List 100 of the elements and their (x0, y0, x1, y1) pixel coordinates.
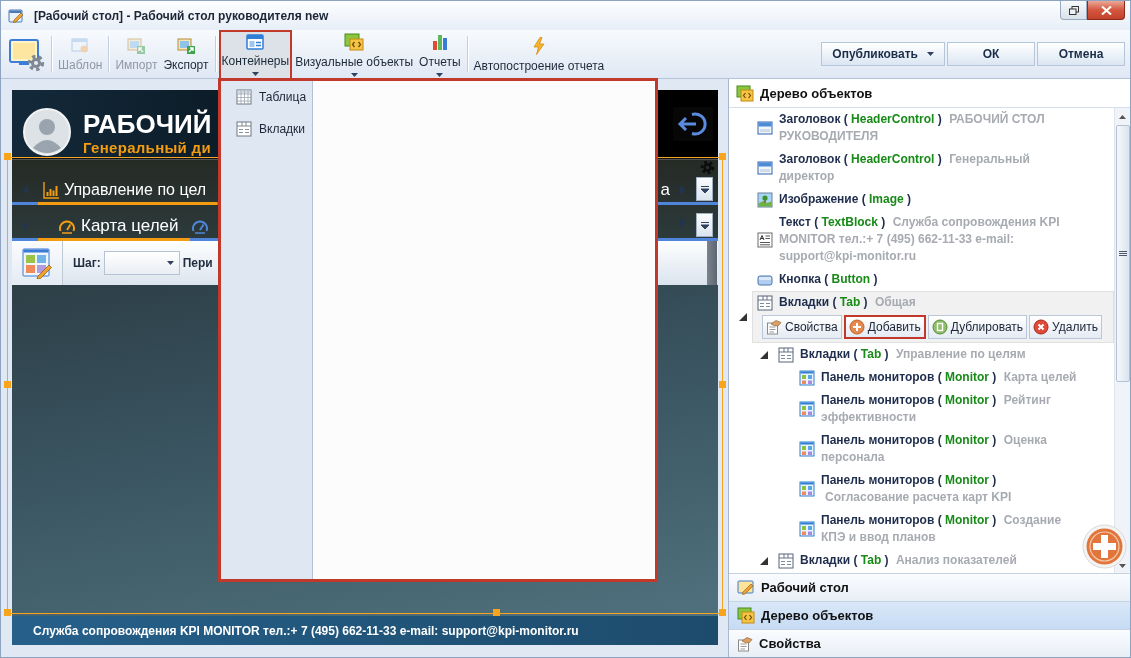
tree-action-button[interactable]: Свойства (762, 315, 842, 339)
layout-icon (246, 34, 265, 50)
logout-button[interactable] (673, 106, 713, 141)
caret-icon (700, 185, 709, 193)
window-title: [Рабочий стол] - Рабочий стол руководителя new (34, 8, 329, 23)
tree-item[interactable]: Вкладки ( Tab ) Управление по целям (800, 346, 1079, 363)
dialog-button[interactable]: Опубликовать (821, 42, 945, 66)
window-icon (757, 120, 773, 136)
plus-icon (1082, 524, 1127, 569)
panel-title: Дерево объектов (760, 85, 873, 101)
scroll-right-icon (680, 218, 686, 228)
picture-icon (757, 191, 773, 208)
tree-item[interactable]: Текст ( TextBlock ) Служба сопровождения KPI MONITOR тел.:+ 7 (495) 662-11-33 e-mail: support@kpi-monitor.ru (779, 214, 1079, 265)
restore-icon (1068, 5, 1079, 15)
resize-handle[interactable] (719, 153, 726, 160)
tree-item[interactable]: Панель мониторов ( Monitor ) Карта целей (821, 369, 1079, 386)
scroll-left-icon (22, 184, 28, 195)
restore-button[interactable] (1060, 1, 1087, 20)
tabs-icon (778, 346, 794, 363)
toolbar-button[interactable]: Визуальные объекты (292, 30, 417, 78)
toolbar-button[interactable]: Автопостроение отчета (470, 30, 608, 78)
panel-tab[interactable]: Дерево объектов (729, 601, 1130, 629)
toolbar-button[interactable]: Контейнеры (218, 30, 293, 78)
grid-panel-icon (799, 441, 815, 457)
panel-tab[interactable]: Рабочий стол (729, 573, 1130, 601)
dashboard-edit-icon (22, 247, 52, 279)
tree-item[interactable]: Заголовок ( HeaderControl ) Генеральный директор (779, 151, 1079, 185)
code-box-icon (344, 33, 365, 51)
tree-item[interactable]: Панель мониторов ( Monitor ) Оценка персонала (821, 432, 1079, 466)
scroll-right-icon (680, 185, 686, 195)
window-icon (757, 160, 773, 176)
resize-handle[interactable] (4, 381, 11, 388)
scroll-up-icon (1119, 114, 1126, 119)
dashboard-title: РАБОЧИЙ (83, 109, 212, 139)
desktop-edit-icon (737, 579, 755, 596)
resize-handle[interactable] (719, 609, 726, 616)
caret-icon (166, 261, 174, 265)
dialog-button[interactable]: Отмена (1037, 42, 1125, 66)
selected-tree-item[interactable]: Вкладки ( Tab ) Общая Свойства Добавить Дублировать Удалить (752, 291, 1114, 343)
grid-panel-icon (799, 481, 815, 497)
panel-edit-button[interactable] (12, 241, 63, 285)
tab-list-button[interactable] (696, 213, 713, 237)
resize-handle[interactable] (4, 153, 11, 160)
tree-item[interactable]: Панель мониторов ( Monitor ) Рейтинг эффективности (821, 392, 1079, 426)
resize-handle[interactable] (493, 609, 500, 616)
bar-chart-icon (431, 33, 448, 51)
add-button[interactable] (1082, 524, 1127, 569)
tree-item[interactable]: Вкладки ( Tab ) Анализ показателей (800, 552, 1079, 569)
dialog-button[interactable]: ОК (947, 42, 1035, 66)
properties-icon (737, 635, 753, 652)
menu-item[interactable]: Таблица (233, 86, 310, 108)
close-icon (1100, 5, 1112, 15)
scrollbar[interactable] (1114, 108, 1130, 573)
tree-item[interactable]: Вкладки ( Tab ) Общая (779, 294, 1078, 311)
tab-label[interactable]: а (660, 177, 670, 202)
gauge-icon (58, 217, 76, 234)
toolbar-button[interactable]: Экспорт (160, 30, 212, 78)
tree-item[interactable]: Кнопка ( Button ) (779, 271, 1079, 288)
grid-panel-icon (799, 369, 815, 386)
tree-action-button[interactable]: Добавить (843, 315, 926, 339)
tree-item[interactable]: Панель мониторов ( Monitor ) Создание КПЭ и ввод планов (821, 512, 1079, 546)
step-label: Шаг: (73, 256, 101, 270)
tabs-icon (236, 121, 252, 137)
scroll-left-icon (22, 220, 28, 231)
grid-panel-icon (799, 521, 815, 537)
delete-icon (1033, 319, 1050, 335)
code-box-icon (737, 607, 755, 624)
settings-icon (700, 160, 715, 175)
monitor-gear-icon (9, 38, 45, 72)
edit-window-icon (8, 7, 24, 24)
scrollbar-thumb[interactable] (1115, 125, 1130, 382)
grid-panel-icon (799, 401, 815, 417)
dashboard-subtitle: Генеральный ди (83, 139, 212, 156)
add-icon (848, 319, 865, 335)
tree-item[interactable]: Заголовок ( HeaderControl ) РАБОЧИЙ СТОЛ РУКОВОДИТЕЛЯ (779, 111, 1079, 145)
tab[interactable]: Управление по цел (38, 177, 218, 205)
scroll-down-icon (1119, 564, 1126, 568)
tab-list-button[interactable] (696, 177, 713, 201)
step-select[interactable] (103, 251, 180, 275)
resize-handle[interactable] (719, 381, 726, 388)
text-document-icon (757, 231, 773, 248)
gauge-icon (190, 217, 209, 234)
tabs-icon (757, 294, 773, 311)
toolbar-button[interactable]: Отчеты (416, 30, 464, 78)
grip-icon (1118, 251, 1127, 256)
table-icon (236, 89, 252, 105)
bar-chart-icon (43, 180, 59, 199)
period-label: Пери (182, 256, 213, 270)
avatar (23, 108, 71, 156)
tree-item[interactable]: Панель мониторов ( Monitor ) Согласование расчета карт KPI (821, 472, 1079, 506)
tree-action-button[interactable]: Удалить (1029, 315, 1102, 339)
menu-item[interactable]: Вкладки (233, 118, 309, 140)
caret-icon (700, 221, 709, 229)
panel-tab[interactable]: Свойства (729, 629, 1130, 657)
resize-handle[interactable] (4, 609, 11, 616)
tree-item[interactable]: Изображение ( Image ) (779, 191, 1079, 208)
close-button[interactable] (1087, 1, 1125, 20)
support-info-text: Служба сопровождения KPI MONITOR тел.:+ 7 (495) 662-11-33 e-mail: support@kpi-monitor.ru (33, 623, 579, 638)
scrollbar[interactable] (707, 241, 717, 285)
tree-action-button[interactable]: Дублировать (927, 315, 1028, 339)
